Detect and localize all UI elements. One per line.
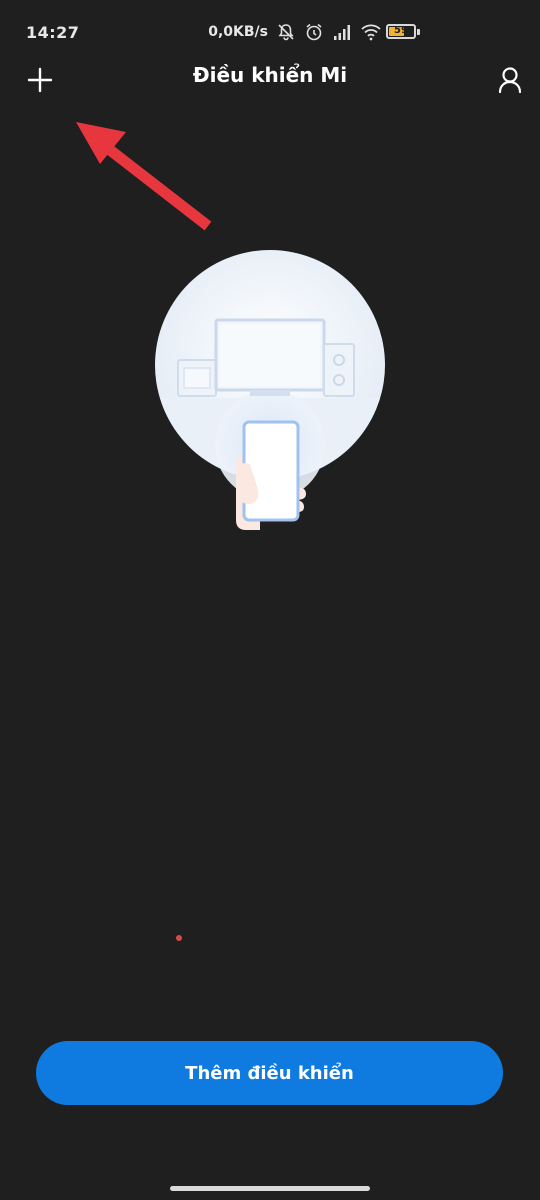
battery-icon: 59 (386, 24, 416, 39)
wifi-icon (360, 22, 381, 42)
status-icons: 0,0KB/s (208, 22, 381, 42)
user-icon (492, 67, 528, 101)
battery-level: 59 (394, 25, 408, 36)
battery-tip (417, 29, 420, 35)
phone-remote-illustration (150, 250, 390, 540)
indicator-dot (176, 935, 182, 941)
home-indicator[interactable] (170, 1186, 370, 1191)
network-speed: 0,0KB/s (208, 24, 268, 40)
app-header: Điều khiển Mi (0, 55, 540, 99)
add-remote-button[interactable]: Thêm điều khiển (36, 1041, 503, 1105)
page-title: Điều khiển Mi (192, 63, 348, 87)
status-time: 14:27 (26, 23, 80, 42)
signal-icon (332, 22, 352, 42)
annotation-arrow (70, 118, 220, 238)
profile-button[interactable] (492, 61, 528, 97)
notifications-off-icon (276, 22, 296, 42)
alarm-icon (304, 22, 324, 42)
app-screen: 14:27 0,0KB/s 59 Điều khiển Mi Thêm điều… (0, 0, 540, 1200)
